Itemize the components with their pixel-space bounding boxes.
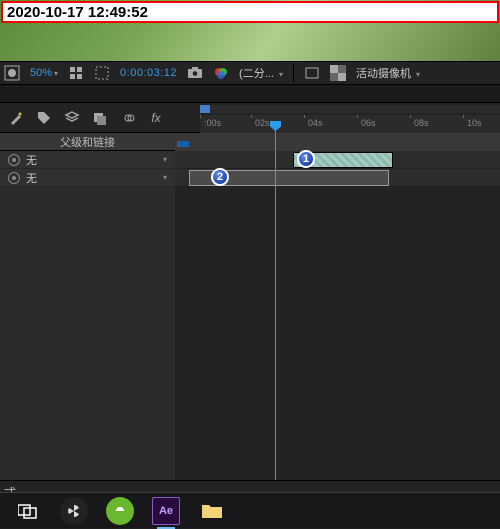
taskbar-app-after-effects[interactable]: Ae: [152, 497, 180, 525]
layers-icon[interactable]: [64, 110, 80, 126]
ruler-tick: 10s: [467, 118, 482, 128]
current-timecode[interactable]: 0:00:03:12: [120, 67, 177, 79]
link-icon[interactable]: [120, 110, 136, 126]
pickwhip-icon[interactable]: [8, 154, 20, 166]
annotation-callout-1: 1: [297, 150, 315, 168]
parent-dropdown[interactable]: 无 ▾: [26, 152, 175, 168]
taskbar-app-explorer[interactable]: [198, 497, 226, 525]
chevron-down-icon: ▾: [163, 173, 167, 182]
ruler-tick: 02s: [255, 118, 270, 128]
parent-value: 无: [26, 152, 37, 168]
task-view-icon[interactable]: [14, 497, 42, 525]
time-ruler[interactable]: :00s 02s 04s 06s 08s 10s: [200, 115, 500, 133]
parent-dropdown[interactable]: 无 ▾: [26, 170, 175, 186]
channels-icon[interactable]: [213, 65, 229, 81]
annotation-callout-2: 2: [211, 168, 229, 186]
transparency-grid-icon[interactable]: [330, 65, 346, 81]
chevron-down-icon: ▾: [163, 155, 167, 164]
separator: [293, 64, 294, 82]
layer-row[interactable]: 无 ▾: [0, 151, 175, 169]
work-area-bar[interactable]: [200, 105, 500, 113]
timeline-tracks[interactable]: 1 2: [175, 133, 500, 480]
column-header-parent[interactable]: 父级和链接: [0, 133, 175, 151]
parent-value: 无: [26, 170, 37, 186]
zoom-dropdown[interactable]: 50%▾: [30, 67, 58, 79]
chevron-down-icon: ▾: [279, 70, 283, 79]
mask-icon[interactable]: [4, 65, 20, 81]
work-area-start[interactable]: [200, 105, 210, 113]
playhead[interactable]: [275, 121, 276, 480]
region-icon[interactable]: [304, 65, 320, 81]
grid-icon[interactable]: [68, 65, 84, 81]
ruler-tick: 04s: [308, 118, 323, 128]
fx-icon[interactable]: fx: [148, 110, 164, 126]
bounds-icon[interactable]: [94, 65, 110, 81]
preview-toolbar: 50%▾ 0:00:03:12 (二分... ▾ 活动摄像机 ▾: [0, 61, 500, 85]
taskbar-app-fan[interactable]: [60, 497, 88, 525]
resolution-dropdown[interactable]: (二分... ▾: [239, 65, 283, 81]
taskbar-app-green[interactable]: [106, 497, 134, 525]
track-row[interactable]: [175, 151, 500, 169]
layers2-icon[interactable]: [92, 110, 108, 126]
layer-columns: 父级和链接 无 ▾ 无 ▾: [0, 133, 175, 480]
track-header[interactable]: [175, 133, 500, 151]
timeline-start-marker[interactable]: [177, 141, 189, 147]
timestamp-overlay: 2020-10-17 12:49:52: [1, 1, 499, 23]
windows-taskbar: Ae: [0, 492, 500, 528]
chevron-down-icon: ▾: [54, 69, 58, 78]
wand-icon[interactable]: [8, 110, 24, 126]
left-empty: [0, 187, 175, 480]
camera-label: 活动摄像机: [356, 68, 411, 80]
ruler-tick: :00s: [204, 118, 221, 128]
ruler-tick: 08s: [414, 118, 429, 128]
chevron-down-icon: ▾: [416, 70, 420, 79]
pickwhip-icon[interactable]: [8, 172, 20, 184]
timeline-panel: 父级和链接 无 ▾ 无 ▾ 1 2: [0, 133, 500, 480]
ruler-tick: 06s: [361, 118, 376, 128]
empty-tracks[interactable]: [175, 187, 500, 480]
tag-icon[interactable]: [36, 110, 52, 126]
layer-tools: fx :00s 02s 04s 06s 08s 10s: [0, 103, 500, 133]
panel-gap: [0, 85, 500, 103]
zoom-value: 50%: [30, 67, 52, 79]
snapshot-icon[interactable]: [187, 65, 203, 81]
timestamp-text: 2020-10-17 12:49:52: [7, 4, 148, 21]
resolution-label: (二分...: [239, 68, 274, 80]
camera-dropdown[interactable]: 活动摄像机 ▾: [356, 65, 420, 81]
layer-row[interactable]: 无 ▾: [0, 169, 175, 187]
